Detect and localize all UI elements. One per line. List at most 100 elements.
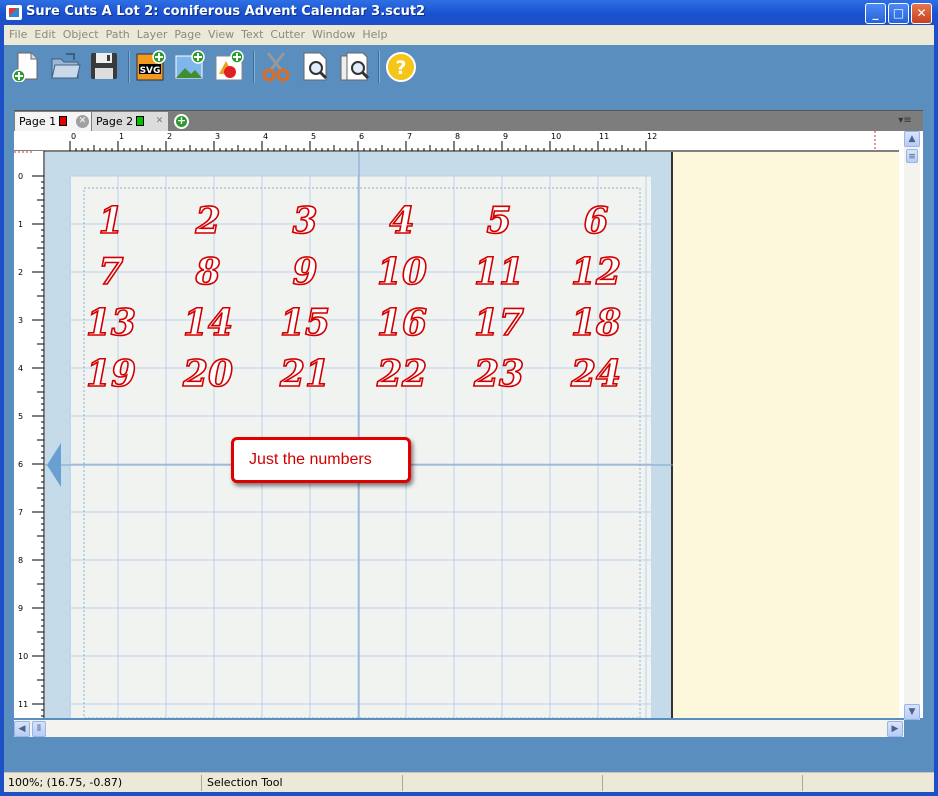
menu-layer[interactable]: Layer	[133, 25, 171, 41]
menu-view[interactable]: View	[204, 25, 237, 41]
toolbar: SVG ?	[0, 45, 938, 90]
import-image-icon[interactable]	[174, 50, 206, 82]
tab-menu-icon[interactable]: ▾≡	[895, 115, 915, 127]
save-disk-icon[interactable]	[88, 50, 120, 82]
scroll-thumb[interactable]: ≡	[906, 149, 918, 163]
menu-file[interactable]: File	[4, 25, 30, 41]
horizontal-scrollbar[interactable]: ◀ ⦀ ▶	[14, 720, 904, 737]
tab-label: Page 2	[96, 115, 134, 128]
left-ruler-label: 8	[18, 556, 23, 565]
page-color-swatch	[59, 116, 68, 126]
calendar-number[interactable]: 12	[570, 250, 622, 294]
calendar-number[interactable]: 15	[279, 301, 331, 345]
cut-preview-icon[interactable]	[339, 50, 371, 82]
top-ruler-label: 11	[599, 132, 609, 141]
calendar-number[interactable]: 24	[569, 352, 622, 396]
scroll-up-button[interactable]: ▲	[904, 131, 920, 147]
canvas-area[interactable]: 0 1 2 3 4 5 6 7 8 9 10 11 12 0 1 2 3 4 5 6 7 8 9 10 11 123456789…	[14, 131, 923, 718]
top-ruler	[14, 131, 923, 151]
calendar-number[interactable]: 2	[194, 199, 222, 243]
calendar-number[interactable]: 5	[486, 199, 513, 243]
left-ruler-label: 7	[18, 508, 23, 517]
add-shapes-icon[interactable]	[213, 50, 245, 82]
window-border-bottom	[0, 792, 938, 796]
menu-cutter[interactable]: Cutter	[266, 25, 308, 41]
toolbar-separator	[253, 51, 255, 83]
left-ruler-label: 5	[18, 412, 23, 421]
add-page-icon[interactable]: +	[174, 114, 189, 129]
status-bar: 100%; (16.75, -0.87) Selection Tool	[4, 772, 934, 792]
calendar-number[interactable]: 21	[278, 352, 331, 396]
maximize-button[interactable]: □	[888, 3, 909, 24]
menu-text[interactable]: Text	[237, 25, 266, 41]
window-title: Sure Cuts A Lot 2: coniferous Advent Cal…	[26, 4, 426, 19]
cut-scissors-icon[interactable]	[260, 50, 292, 82]
window-border-left	[0, 90, 4, 796]
top-ruler-label: 9	[503, 132, 508, 141]
menu-page[interactable]: Page	[170, 25, 204, 41]
menu-help[interactable]: Help	[358, 25, 390, 41]
calendar-number[interactable]: 22	[375, 352, 428, 396]
calendar-number[interactable]: 23	[472, 352, 525, 396]
close-tab-icon[interactable]: ✕	[153, 115, 166, 128]
zoom-coordinates: 100%; (16.75, -0.87)	[8, 776, 123, 789]
vertical-scrollbar[interactable]: ▲ ≡ ▼	[904, 131, 920, 720]
calendar-number[interactable]: 7	[98, 250, 125, 294]
calendar-number[interactable]: 14	[182, 301, 234, 345]
calendar-number[interactable]: 16	[376, 301, 428, 345]
annotation-callout: Just the numbers	[231, 437, 411, 483]
left-ruler-label: 6	[18, 460, 23, 469]
left-ruler	[14, 151, 44, 718]
calendar-number[interactable]: 6	[583, 199, 610, 243]
calendar-number[interactable]: 18	[570, 301, 622, 345]
import-svg-icon[interactable]: SVG	[135, 50, 167, 82]
top-ruler-label: 10	[551, 132, 561, 141]
current-tool: Selection Tool	[207, 776, 283, 789]
scroll-right-button[interactable]: ▶	[887, 721, 903, 737]
preview-icon[interactable]	[300, 50, 332, 82]
menu-bar: File Edit Object Path Layer Page View Text Cutte…	[0, 25, 938, 45]
minimize-button[interactable]: _	[865, 3, 886, 24]
scroll-down-button[interactable]: ▼	[904, 704, 920, 720]
callout-text: Just the numbers	[249, 451, 372, 468]
page-color-swatch	[136, 116, 145, 126]
calendar-number[interactable]: 13	[85, 301, 137, 345]
menu-path[interactable]: Path	[102, 25, 133, 41]
calendar-number[interactable]: 8	[194, 250, 222, 294]
calendar-number[interactable]: 19	[85, 352, 137, 396]
calendar-number[interactable]: 10	[376, 250, 428, 294]
top-ruler-label: 8	[455, 132, 460, 141]
top-ruler-label: 12	[647, 132, 657, 141]
close-tab-icon[interactable]: ✕	[76, 115, 89, 128]
top-ruler-label: 0	[71, 132, 76, 141]
menu-object[interactable]: Object	[59, 25, 102, 41]
calendar-number[interactable]: 11	[473, 250, 525, 294]
calendar-number[interactable]: 20	[181, 352, 234, 396]
left-ruler-label: 9	[18, 604, 23, 613]
top-ruler-label: 6	[359, 132, 364, 141]
open-folder-icon[interactable]	[49, 50, 81, 82]
calendar-number[interactable]: 4	[389, 199, 416, 243]
top-ruler-label: 7	[407, 132, 412, 141]
help-label: ?	[395, 57, 406, 79]
close-button[interactable]: ✕	[911, 3, 932, 24]
tab-label: Page 1	[19, 115, 57, 128]
calendar-number[interactable]: 17	[473, 301, 525, 345]
help-icon[interactable]: ?	[385, 50, 417, 82]
title-bar: Sure Cuts A Lot 2: coniferous Advent Cal…	[0, 0, 938, 25]
top-ruler-label: 5	[311, 132, 316, 141]
menu-edit[interactable]: Edit	[30, 25, 58, 41]
left-ruler-label: 0	[18, 172, 23, 181]
left-ruler-label: 10	[18, 652, 28, 661]
calendar-number[interactable]: 3	[292, 199, 319, 243]
scroll-left-button[interactable]: ◀	[14, 721, 30, 737]
new-document-icon[interactable]	[10, 50, 42, 82]
app-icon	[6, 5, 22, 20]
calendar-number[interactable]: 1	[98, 199, 125, 243]
window-border-right	[934, 90, 938, 796]
scroll-thumb[interactable]: ⦀	[32, 721, 46, 737]
canvas[interactable]: 0 1 2 3 4 5 6 7 8 9 10 11 1201234567891011 1 2 3 4 5 67 8 9…	[14, 131, 923, 718]
calendar-number[interactable]: 9	[292, 250, 319, 294]
left-ruler-label: 1	[18, 220, 23, 229]
menu-window[interactable]: Window	[308, 25, 358, 41]
